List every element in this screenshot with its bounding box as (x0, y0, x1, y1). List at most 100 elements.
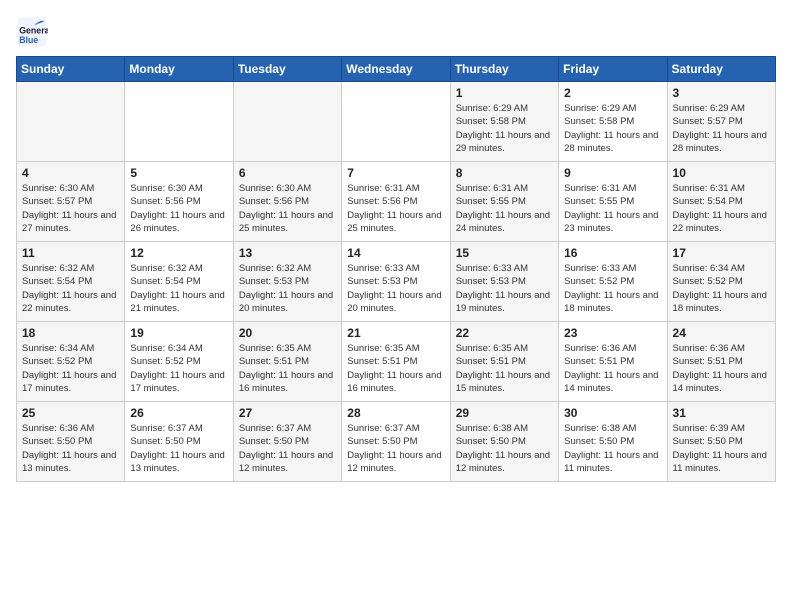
calendar-cell: 4 Sunrise: 6:30 AM Sunset: 5:57 PM Daylig… (17, 162, 125, 242)
day-info: Sunrise: 6:38 AM Sunset: 5:50 PM Dayligh… (564, 422, 661, 475)
day-info: Sunrise: 6:29 AM Sunset: 5:58 PM Dayligh… (564, 102, 661, 155)
day-number: 18 (22, 326, 119, 340)
calendar-table: SundayMondayTuesdayWednesdayThursdayFrid… (16, 56, 776, 482)
calendar-cell: 7Sunrise: 6:31 AM Sunset: 5:56 PM Daylig… (342, 162, 450, 242)
day-info: Sunrise: 6:35 AM Sunset: 5:51 PM Dayligh… (456, 342, 553, 395)
day-number: 5 (130, 166, 227, 180)
day-number: 17 (673, 246, 770, 260)
logo: General Blue (16, 16, 52, 48)
day-number: 28 (347, 406, 444, 420)
calendar-cell: 5 Sunrise: 6:30 AM Sunset: 5:56 PM Daylig… (125, 162, 233, 242)
day-info: Sunrise: 6:31 AM Sunset: 5:55 PM Dayligh… (456, 182, 553, 235)
calendar-cell: 12 Sunrise: 6:32 AM Sunset: 5:54 PM Dayli… (125, 242, 233, 322)
calendar-cell: 31 Sunrise: 6:39 AM Sunset: 5:50 PM Dayli… (667, 402, 775, 482)
day-info: Sunrise: 6:33 AM Sunset: 5:53 PM Dayligh… (456, 262, 553, 315)
day-number: 30 (564, 406, 661, 420)
calendar-cell (125, 82, 233, 162)
day-info: Sunrise: 6:29 AM Sunset: 5:58 PM Dayligh… (456, 102, 553, 155)
day-number: 21 (347, 326, 444, 340)
day-info: Sunrise: 6:34 AM Sunset: 5:52 PM Dayligh… (22, 342, 119, 395)
header-sunday: Sunday (17, 57, 125, 82)
calendar-cell: 14 Sunrise: 6:33 AM Sunset: 5:53 PM Dayli… (342, 242, 450, 322)
calendar-cell: 17 Sunrise: 6:34 AM Sunset: 5:52 PM Dayli… (667, 242, 775, 322)
calendar-cell: 23 Sunrise: 6:36 AM Sunset: 5:51 PM Dayli… (559, 322, 667, 402)
calendar-cell: 3 Sunrise: 6:29 AM Sunset: 5:57 PM Daylig… (667, 82, 775, 162)
day-number: 27 (239, 406, 336, 420)
svg-text:General: General (19, 26, 48, 36)
calendar-cell: 25 Sunrise: 6:36 AM Sunset: 5:50 PM Dayli… (17, 402, 125, 482)
day-info: Sunrise: 6:37 AM Sunset: 5:50 PM Dayligh… (130, 422, 227, 475)
calendar-cell (17, 82, 125, 162)
day-number: 10 (673, 166, 770, 180)
day-number: 11 (22, 246, 119, 260)
day-info: Sunrise: 6:35 AM Sunset: 5:51 PM Dayligh… (239, 342, 336, 395)
day-number: 23 (564, 326, 661, 340)
day-info: Sunrise: 6:33 AM Sunset: 5:53 PM Dayligh… (347, 262, 444, 315)
calendar-cell: 27 Sunrise: 6:37 AM Sunset: 5:50 PM Dayli… (233, 402, 341, 482)
day-number: 4 (22, 166, 119, 180)
calendar-cell: 28 Sunrise: 6:37 AM Sunset: 5:50 PM Dayli… (342, 402, 450, 482)
calendar-cell: 29Sunrise: 6:38 AM Sunset: 5:50 PM Dayli… (450, 402, 558, 482)
calendar-cell: 1Sunrise: 6:29 AM Sunset: 5:58 PM Daylig… (450, 82, 558, 162)
day-number: 9 (564, 166, 661, 180)
day-info: Sunrise: 6:36 AM Sunset: 5:51 PM Dayligh… (673, 342, 770, 395)
logo-icon: General Blue (16, 16, 48, 48)
day-info: Sunrise: 6:32 AM Sunset: 5:53 PM Dayligh… (239, 262, 336, 315)
day-info: Sunrise: 6:38 AM Sunset: 5:50 PM Dayligh… (456, 422, 553, 475)
day-info: Sunrise: 6:34 AM Sunset: 5:52 PM Dayligh… (130, 342, 227, 395)
day-number: 14 (347, 246, 444, 260)
svg-text:Blue: Blue (19, 35, 38, 45)
calendar-cell: 22 Sunrise: 6:35 AM Sunset: 5:51 PM Dayli… (450, 322, 558, 402)
day-info: Sunrise: 6:34 AM Sunset: 5:52 PM Dayligh… (673, 262, 770, 315)
calendar-cell: 8 Sunrise: 6:31 AM Sunset: 5:55 PM Daylig… (450, 162, 558, 242)
calendar-cell: 24 Sunrise: 6:36 AM Sunset: 5:51 PM Dayli… (667, 322, 775, 402)
day-info: Sunrise: 6:37 AM Sunset: 5:50 PM Dayligh… (347, 422, 444, 475)
calendar-cell (233, 82, 341, 162)
calendar-cell: 16Sunrise: 6:33 AM Sunset: 5:52 PM Dayli… (559, 242, 667, 322)
day-number: 8 (456, 166, 553, 180)
day-info: Sunrise: 6:30 AM Sunset: 5:56 PM Dayligh… (239, 182, 336, 235)
day-number: 2 (564, 86, 661, 100)
calendar-cell: 30 Sunrise: 6:38 AM Sunset: 5:50 PM Dayli… (559, 402, 667, 482)
calendar-cell (342, 82, 450, 162)
day-info: Sunrise: 6:33 AM Sunset: 5:52 PM Dayligh… (564, 262, 661, 315)
header-thursday: Thursday (450, 57, 558, 82)
day-number: 19 (130, 326, 227, 340)
day-number: 6 (239, 166, 336, 180)
day-number: 22 (456, 326, 553, 340)
header-saturday: Saturday (667, 57, 775, 82)
day-info: Sunrise: 6:36 AM Sunset: 5:51 PM Dayligh… (564, 342, 661, 395)
calendar-cell: 15Sunrise: 6:33 AM Sunset: 5:53 PM Dayli… (450, 242, 558, 322)
day-number: 26 (130, 406, 227, 420)
day-info: Sunrise: 6:37 AM Sunset: 5:50 PM Dayligh… (239, 422, 336, 475)
calendar-week-3: 11 Sunrise: 6:32 AM Sunset: 5:54 PM Dayli… (17, 242, 776, 322)
day-info: Sunrise: 6:30 AM Sunset: 5:56 PM Dayligh… (130, 182, 227, 235)
day-number: 25 (22, 406, 119, 420)
day-info: Sunrise: 6:32 AM Sunset: 5:54 PM Dayligh… (22, 262, 119, 315)
day-number: 31 (673, 406, 770, 420)
day-number: 3 (673, 86, 770, 100)
day-info: Sunrise: 6:36 AM Sunset: 5:50 PM Dayligh… (22, 422, 119, 475)
page-header: General Blue (16, 16, 776, 48)
calendar-week-2: 4 Sunrise: 6:30 AM Sunset: 5:57 PM Daylig… (17, 162, 776, 242)
day-info: Sunrise: 6:29 AM Sunset: 5:57 PM Dayligh… (673, 102, 770, 155)
day-number: 24 (673, 326, 770, 340)
calendar-week-5: 25 Sunrise: 6:36 AM Sunset: 5:50 PM Dayli… (17, 402, 776, 482)
day-info: Sunrise: 6:32 AM Sunset: 5:54 PM Dayligh… (130, 262, 227, 315)
day-number: 20 (239, 326, 336, 340)
calendar-cell: 18 Sunrise: 6:34 AM Sunset: 5:52 PM Dayli… (17, 322, 125, 402)
day-info: Sunrise: 6:30 AM Sunset: 5:57 PM Dayligh… (22, 182, 119, 235)
calendar-cell: 19 Sunrise: 6:34 AM Sunset: 5:52 PM Dayli… (125, 322, 233, 402)
header-monday: Monday (125, 57, 233, 82)
day-info: Sunrise: 6:35 AM Sunset: 5:51 PM Dayligh… (347, 342, 444, 395)
day-number: 12 (130, 246, 227, 260)
header-tuesday: Tuesday (233, 57, 341, 82)
day-number: 7 (347, 166, 444, 180)
day-info: Sunrise: 6:39 AM Sunset: 5:50 PM Dayligh… (673, 422, 770, 475)
day-info: Sunrise: 6:31 AM Sunset: 5:55 PM Dayligh… (564, 182, 661, 235)
calendar-cell: 21 Sunrise: 6:35 AM Sunset: 5:51 PM Dayli… (342, 322, 450, 402)
calendar-cell: 26 Sunrise: 6:37 AM Sunset: 5:50 PM Dayli… (125, 402, 233, 482)
header-wednesday: Wednesday (342, 57, 450, 82)
calendar-cell: 9 Sunrise: 6:31 AM Sunset: 5:55 PM Daylig… (559, 162, 667, 242)
calendar-week-1: 1Sunrise: 6:29 AM Sunset: 5:58 PM Daylig… (17, 82, 776, 162)
